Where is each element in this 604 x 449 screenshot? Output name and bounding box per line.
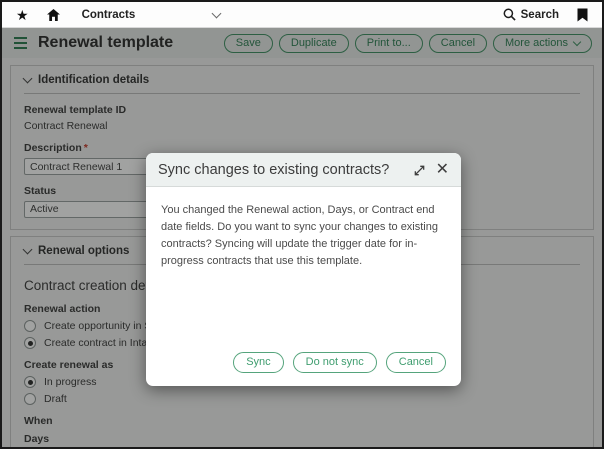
bookmark-icon[interactable]: [577, 8, 588, 22]
global-search[interactable]: Search: [503, 8, 559, 21]
cancel-dialog-button[interactable]: Cancel: [386, 352, 446, 373]
chevron-down-icon: [212, 8, 222, 18]
home-icon[interactable]: [47, 9, 60, 21]
dialog-header: Sync changes to existing contracts? ✕: [146, 153, 461, 187]
sync-button[interactable]: Sync: [233, 352, 283, 373]
close-icon: ✕: [436, 162, 449, 178]
top-nav-bar: ★ Contracts Search: [2, 2, 602, 28]
page-area: Renewal template Save Duplicate Print to…: [2, 28, 602, 447]
app-switcher-label: Contracts: [82, 9, 136, 21]
do-not-sync-button[interactable]: Do not sync: [293, 352, 377, 373]
dialog-title: Sync changes to existing contracts?: [158, 162, 389, 178]
search-icon: [503, 8, 516, 21]
favorites-star-icon[interactable]: ★: [16, 8, 29, 22]
close-dialog-button[interactable]: ✕: [436, 162, 449, 178]
app-switcher-dropdown[interactable]: Contracts: [82, 9, 221, 21]
expand-icon: [413, 164, 426, 177]
dialog-message: You changed the Renewal action, Days, or…: [146, 187, 461, 270]
app-window: ★ Contracts Search Renewal template Save…: [0, 0, 604, 449]
dialog-footer: Sync Do not sync Cancel: [146, 352, 461, 386]
sync-changes-dialog: Sync changes to existing contracts? ✕ Yo…: [146, 153, 461, 386]
expand-dialog-button[interactable]: [413, 164, 426, 177]
search-label: Search: [521, 9, 559, 21]
